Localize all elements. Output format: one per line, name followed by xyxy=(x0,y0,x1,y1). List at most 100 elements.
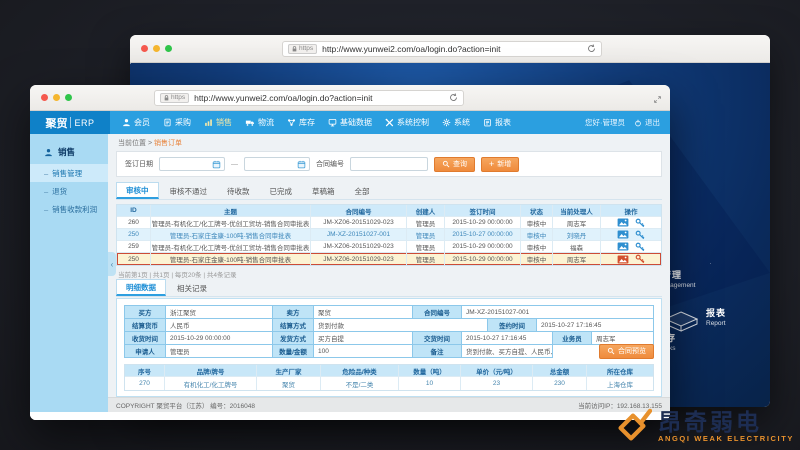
col-header-sign-time: 签订时间 xyxy=(445,205,521,216)
cell-id: 259 xyxy=(117,241,151,252)
logout-button[interactable]: 退出 xyxy=(634,117,660,128)
tab-under-review[interactable]: 审核中 xyxy=(116,182,159,199)
address-bar[interactable]: https http://www.yunwei2.com/oa/login.do… xyxy=(282,41,602,57)
col-header-actions: 操作 xyxy=(601,205,661,216)
refresh-icon[interactable] xyxy=(449,93,458,102)
tab-related-records[interactable]: 相关记录 xyxy=(168,280,216,296)
calendar-icon[interactable] xyxy=(212,160,221,169)
star-dots xyxy=(130,63,131,64)
range-separator: — xyxy=(231,161,238,168)
nav-item-system-control[interactable]: 系统控制 xyxy=(385,117,429,128)
cell-contract: JM-XZ06-20151029-023 xyxy=(311,253,407,265)
salesman-value: 周志军 xyxy=(591,331,654,345)
cell-contract: JM-XZ-20151027-001 xyxy=(311,229,407,240)
product-row[interactable]: 270 有机化工/化工牌号 聚贸 不是/二类 10 23 230 上海仓库 xyxy=(125,377,653,390)
tab-all[interactable]: 全部 xyxy=(346,183,379,199)
nav-item-base-data[interactable]: 基础数据 xyxy=(328,117,372,128)
contract-no-input[interactable] xyxy=(350,157,428,171)
feature-label-en: Report xyxy=(706,320,726,327)
gear-icon xyxy=(442,118,451,127)
key-icon[interactable] xyxy=(635,254,645,264)
tab-label: 相关记录 xyxy=(177,283,207,294)
sidebar-item-sales-management[interactable]: 销售管理 xyxy=(30,164,108,182)
table-row[interactable]: 259 管理员-有机化工/化工牌号-优创工贸坊-销售合同审批表 JM-XZ06-… xyxy=(117,241,661,253)
table-row[interactable]: 260 管理员-有机化工/化工牌号-优创工贸坊-销售合同审批表 JM-XZ06-… xyxy=(117,217,661,229)
nav-item-sales[interactable]: 销售 xyxy=(204,117,232,128)
front-browser-toolbar: https http://www.yunwei2.com/oa/login.do… xyxy=(30,85,670,111)
search-button-label: 查询 xyxy=(453,159,467,169)
search-button[interactable]: 查询 xyxy=(434,157,475,172)
sidebar-item-sales-profit[interactable]: 销售收款利润 xyxy=(30,200,108,218)
remark-label: 备注 xyxy=(412,344,462,358)
nav-item-inventory[interactable]: 库存 xyxy=(287,117,315,128)
user-area: 您好·管理员 退出 xyxy=(585,111,670,134)
sidebar-collapse-handle[interactable]: ‹ xyxy=(108,252,116,276)
tab-completed[interactable]: 已完成 xyxy=(261,183,302,199)
sidebar-item-label: 销售收款利润 xyxy=(52,204,97,215)
tab-review-rejected[interactable]: 审核不通过 xyxy=(161,183,217,199)
col-header-qty: 数量（吨） xyxy=(399,365,461,376)
image-preview-icon[interactable] xyxy=(617,218,629,227)
sales-chart-icon xyxy=(204,118,213,127)
tab-detail-data[interactable]: 明细数据 xyxy=(116,279,166,296)
tab-pending-payment[interactable]: 待收款 xyxy=(218,183,259,199)
nav-item-member[interactable]: 会员 xyxy=(122,117,150,128)
address-bar[interactable]: https http://www.yunwei2.com/oa/login.do… xyxy=(154,90,464,106)
close-window-button[interactable] xyxy=(41,94,48,101)
key-icon[interactable] xyxy=(635,242,645,252)
nav-label: 会员 xyxy=(134,117,150,128)
ship-method-label: 发货方式 xyxy=(272,331,314,345)
nav-item-logistics[interactable]: 物流 xyxy=(245,117,274,128)
zoom-window-button[interactable] xyxy=(65,94,72,101)
applicant-value: 管理员 xyxy=(165,344,273,358)
col-header-warehouse: 所在仓库 xyxy=(587,365,653,376)
col-header-contract: 合同编号 xyxy=(311,205,407,216)
tab-drafts[interactable]: 草稿箱 xyxy=(303,183,344,199)
pagination-info: 当前第1页 | 共1页 | 每页20条 | 共4条记录 xyxy=(118,269,660,279)
minimize-window-button[interactable] xyxy=(153,45,160,52)
window-controls xyxy=(41,94,72,101)
fullscreen-icon[interactable] xyxy=(653,91,662,109)
breadcrumb: 当前位置 > 销售订单 xyxy=(108,134,670,148)
image-preview-icon[interactable] xyxy=(617,255,629,264)
close-window-button[interactable] xyxy=(141,45,148,52)
refresh-icon[interactable] xyxy=(587,44,596,53)
buyer-label: 买方 xyxy=(124,305,166,319)
add-button[interactable]: + 新增 xyxy=(481,157,519,172)
detail-form-row: 收货时间 2015-10-29 00:00:00 发货方式 买方自提 交货时间 … xyxy=(124,331,654,345)
erp-body: 销售 销售管理 退货 销售收款利润 ‹ 当前位置 > 销售订单 签订日期 xyxy=(30,134,670,420)
date-from-input[interactable] xyxy=(159,157,225,171)
calendar-icon[interactable] xyxy=(297,160,306,169)
minimize-window-button[interactable] xyxy=(53,94,60,101)
cell-id: 250 xyxy=(117,229,151,240)
user-greeting[interactable]: 您好·管理员 xyxy=(585,117,625,128)
cell-actions xyxy=(601,217,661,228)
cell-contract: JM-XZ06-20151029-023 xyxy=(311,241,407,252)
breadcrumb-prefix: 当前位置 xyxy=(118,140,146,147)
key-icon[interactable] xyxy=(635,230,645,240)
cell-handler: 福森 xyxy=(553,241,601,252)
currency-label: 结算货币 xyxy=(124,318,166,332)
key-icon[interactable] xyxy=(635,218,645,228)
image-preview-icon[interactable] xyxy=(617,242,629,251)
preview-button-label: 合同预览 xyxy=(618,346,646,356)
nav-item-purchase[interactable]: 采购 xyxy=(163,117,191,128)
erp-top-bar: 聚贸 ERP 会员 采购 销售 xyxy=(30,111,670,134)
nav-item-report[interactable]: 报表 xyxy=(483,117,511,128)
receive-time-label: 收货时间 xyxy=(124,331,166,345)
orders-table: ID 主题 合同编号 创建人 签订时间 状态 当前处理人 操作 260 管理员-… xyxy=(116,204,662,266)
lock-icon xyxy=(292,46,297,52)
date-to-input[interactable] xyxy=(244,157,310,171)
search-icon xyxy=(442,160,450,168)
product-header-row: 序号 品牌/牌号 生产厂家 危险品/种类 数量（吨） 单价（元/吨） 总金额 所… xyxy=(125,365,653,377)
nav-item-system[interactable]: 系统 xyxy=(442,117,470,128)
image-preview-icon[interactable] xyxy=(617,230,629,239)
table-row[interactable]: 250 管理员-石家庄金康-100吨-销售合同审批表 JM-XZ-2015102… xyxy=(117,229,661,241)
qty-value: 100 xyxy=(313,344,413,358)
product-name: ERP xyxy=(74,118,94,128)
tab-label: 已完成 xyxy=(270,186,293,197)
zoom-window-button[interactable] xyxy=(165,45,172,52)
contract-preview-button[interactable]: 合同预览 xyxy=(599,344,654,359)
table-row-selected[interactable]: 250 管理员-石家庄金康-100吨-销售合同审批表 JM-XZ06-20151… xyxy=(117,253,661,265)
sidebar-item-returns[interactable]: 退货 xyxy=(30,182,108,200)
